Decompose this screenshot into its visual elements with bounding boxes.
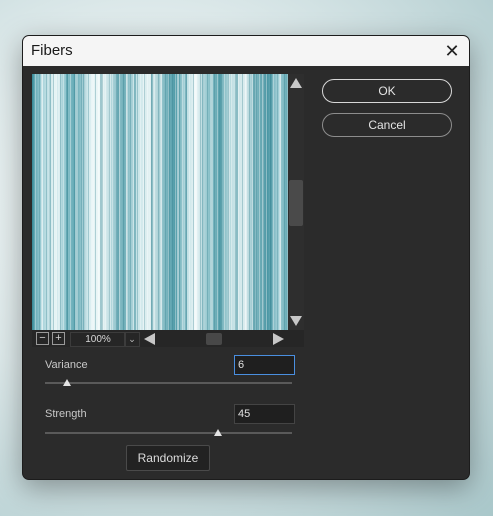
randomize-button[interactable]: Randomize	[126, 445, 210, 471]
fibers-dialog: Fibers ✕ − + 100% ⌄ OK Cancel Variance S…	[22, 35, 470, 480]
vertical-scroll-thumb[interactable]	[289, 180, 303, 226]
variance-input[interactable]	[234, 355, 295, 375]
strength-label: Strength	[45, 408, 87, 420]
variance-slider-track[interactable]	[45, 382, 292, 384]
title-bar: Fibers ✕	[23, 36, 469, 66]
scroll-left-arrow-icon[interactable]	[144, 333, 156, 345]
horizontal-scroll-thumb[interactable]	[206, 333, 222, 345]
strength-input[interactable]	[234, 404, 295, 424]
strength-slider-track[interactable]	[45, 432, 292, 434]
ok-button[interactable]: OK	[322, 79, 452, 103]
scroll-up-arrow-icon[interactable]	[290, 76, 302, 90]
zoom-dropdown-icon[interactable]: ⌄	[124, 332, 140, 347]
preview-panel: − + 100% ⌄	[32, 74, 304, 347]
zoom-in-button[interactable]: +	[52, 332, 65, 345]
strength-slider-thumb[interactable]	[213, 429, 222, 436]
scroll-down-arrow-icon[interactable]	[290, 314, 302, 328]
cancel-button[interactable]: Cancel	[322, 113, 452, 137]
variance-label: Variance	[45, 359, 88, 371]
vertical-scrollbar[interactable]	[288, 74, 304, 330]
variance-slider-thumb[interactable]	[63, 379, 72, 386]
dialog-title: Fibers	[31, 42, 73, 59]
close-icon[interactable]: ✕	[439, 38, 465, 64]
scroll-right-arrow-icon[interactable]	[272, 333, 284, 345]
zoom-out-button[interactable]: −	[36, 332, 49, 345]
preview-toolbar: − + 100% ⌄	[32, 330, 304, 347]
zoom-level-field[interactable]: 100%	[70, 332, 126, 347]
preview-image[interactable]	[32, 74, 288, 330]
